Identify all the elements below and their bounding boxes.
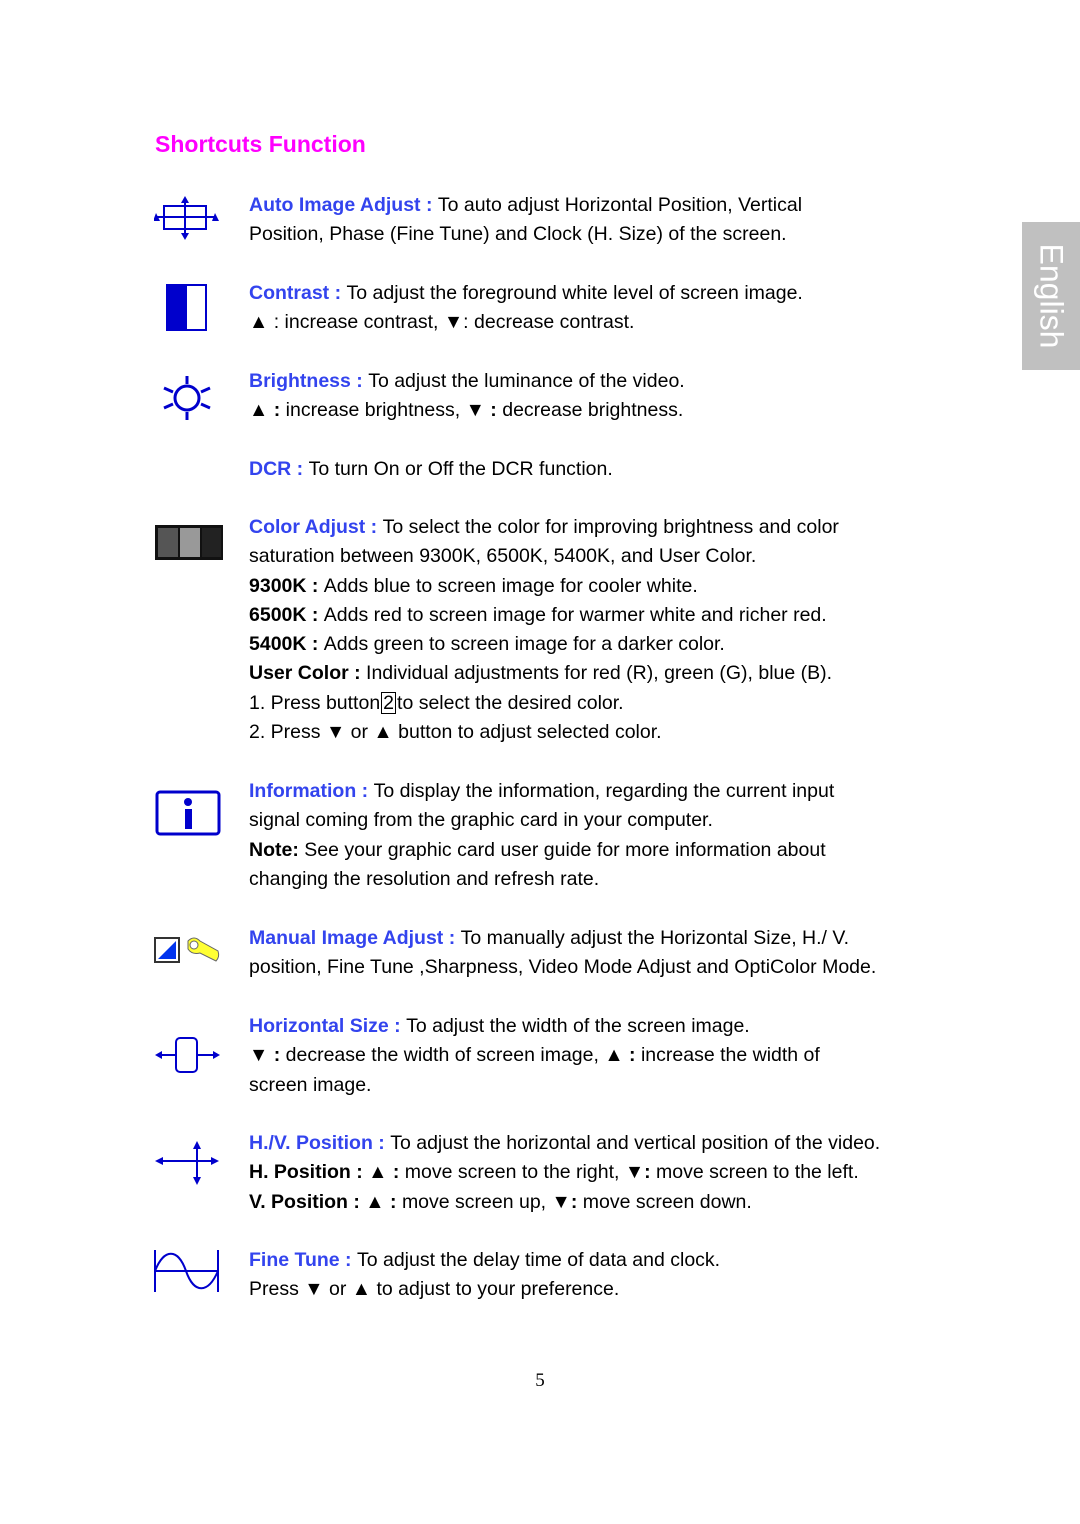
description: increase brightness, — [285, 399, 466, 422]
auto-image-adjust-section: Auto Image Adjust : To auto adjust Horiz… — [249, 191, 802, 250]
description: To manually adjust the Horizontal Size, … — [460, 927, 850, 949]
button-2-key: 2 — [381, 691, 397, 714]
description: To adjust the delay time of data and clo… — [356, 1249, 721, 1271]
description: move screen up, — [401, 1190, 552, 1213]
color-adjust-icon — [155, 525, 223, 560]
auto-image-adjust-label: Auto Image Adjust : — [249, 194, 438, 216]
page-number: 5 — [535, 1370, 545, 1391]
description: move screen down. — [582, 1190, 752, 1213]
language-tab: English — [1022, 222, 1080, 370]
preset-6500k-label: 6500K : — [249, 603, 324, 626]
horizontal-size-label: Horizontal Size : — [249, 1015, 407, 1037]
down-key: ▼ : — [465, 399, 503, 422]
up-key: ▲ : — [604, 1044, 641, 1067]
description: increase the width of — [640, 1044, 820, 1067]
description: Position, Phase (Fine Tune) and Clock (H… — [249, 223, 787, 246]
description: To adjust the horizontal and vertical po… — [390, 1132, 881, 1154]
hv-position-icon — [155, 1141, 219, 1185]
description: move screen to the right, — [404, 1161, 625, 1184]
description: move screen to the left. — [656, 1161, 859, 1184]
description: To adjust the foreground white level of … — [346, 282, 803, 304]
step-text: 2. Press ▼ or ▲ button to adjust selecte… — [249, 721, 662, 744]
color-adjust-section: Color Adjust : To select the color for i… — [249, 513, 839, 747]
dcr-section: DCR : To turn On or Off the DCR function… — [249, 455, 613, 484]
description: screen image. — [249, 1073, 372, 1096]
hv-position-section: H./V. Position : To adjust the horizonta… — [249, 1129, 880, 1217]
page-title: Shortcuts Function — [155, 131, 366, 157]
description: Adds blue to screen image for cooler whi… — [323, 574, 698, 597]
information-section: Information : To display the information… — [249, 777, 834, 894]
brightness-icon — [163, 376, 211, 420]
horizontal-size-icon — [155, 1037, 220, 1073]
contrast-icon — [166, 284, 207, 331]
preset-9300k-label: 9300K : — [249, 574, 324, 597]
fine-tune-label: Fine Tune : — [249, 1249, 357, 1271]
description: Individual adjustments for red (R), gree… — [366, 662, 833, 685]
description: saturation between 9300K, 6500K, 5400K, … — [249, 545, 757, 568]
description: To display the information, regarding th… — [373, 780, 835, 802]
step-text: 1. Press button — [249, 691, 381, 714]
information-icon — [155, 790, 221, 836]
up-key: ▲ : — [249, 399, 286, 422]
manual-image-adjust-section: Manual Image Adjust : To manually adjust… — [249, 924, 876, 983]
contrast-section: Contrast : To adjust the foreground whit… — [249, 279, 803, 338]
description: To auto adjust Horizontal Position, Vert… — [437, 194, 803, 216]
description: decrease the width of screen image, — [285, 1044, 605, 1067]
horizontal-size-section: Horizontal Size : To adjust the width of… — [249, 1012, 820, 1100]
user-color-label: User Color : — [249, 662, 367, 685]
description: To select the color for improving bright… — [382, 516, 839, 538]
fine-tune-icon — [154, 1250, 219, 1292]
down-key: ▼: — [551, 1190, 583, 1213]
description: ▲ : increase contrast, ▼: decrease contr… — [249, 311, 635, 334]
description: Adds green to screen image for a darker … — [323, 633, 725, 656]
description: Press ▼ or ▲ to adjust to your preferenc… — [249, 1278, 620, 1301]
preset-5400k-label: 5400K : — [249, 633, 324, 656]
description: To turn On or Off the DCR function. — [308, 458, 613, 480]
information-label: Information : — [249, 780, 374, 802]
description: signal coming from the graphic card in y… — [249, 809, 713, 832]
description: changing the resolution and refresh rate… — [249, 867, 600, 890]
dcr-label: DCR : — [249, 458, 309, 480]
auto-image-adjust-icon — [154, 196, 219, 240]
step-text: to select the desired color. — [397, 691, 624, 714]
hv-position-label: H./V. Position : — [249, 1132, 391, 1154]
description: To adjust the width of the screen image. — [406, 1015, 750, 1037]
contrast-label: Contrast : — [249, 282, 347, 304]
brightness-section: Brightness : To adjust the luminance of … — [249, 367, 685, 426]
h-position-label: H. Position : ▲ : — [249, 1161, 405, 1184]
description: decrease brightness. — [502, 399, 684, 422]
note-label: Note: — [249, 838, 305, 861]
manual-image-adjust-icon — [154, 937, 220, 963]
down-key: ▼ : — [249, 1044, 286, 1067]
description: position, Fine Tune ,Sharpness, Video Mo… — [249, 956, 877, 979]
v-position-label: V. Position : ▲ : — [249, 1190, 402, 1213]
color-adjust-label: Color Adjust : — [249, 516, 383, 538]
fine-tune-section: Fine Tune : To adjust the delay time of … — [249, 1246, 720, 1305]
description: Adds red to screen image for warmer whit… — [323, 603, 827, 626]
brightness-label: Brightness : — [249, 370, 369, 392]
manual-image-adjust-label: Manual Image Adjust : — [249, 927, 461, 949]
description: See your graphic card user guide for mor… — [304, 838, 826, 861]
description: To adjust the luminance of the video. — [368, 370, 685, 392]
language-tab-label: English — [1033, 243, 1070, 349]
down-key: ▼: — [624, 1161, 657, 1184]
